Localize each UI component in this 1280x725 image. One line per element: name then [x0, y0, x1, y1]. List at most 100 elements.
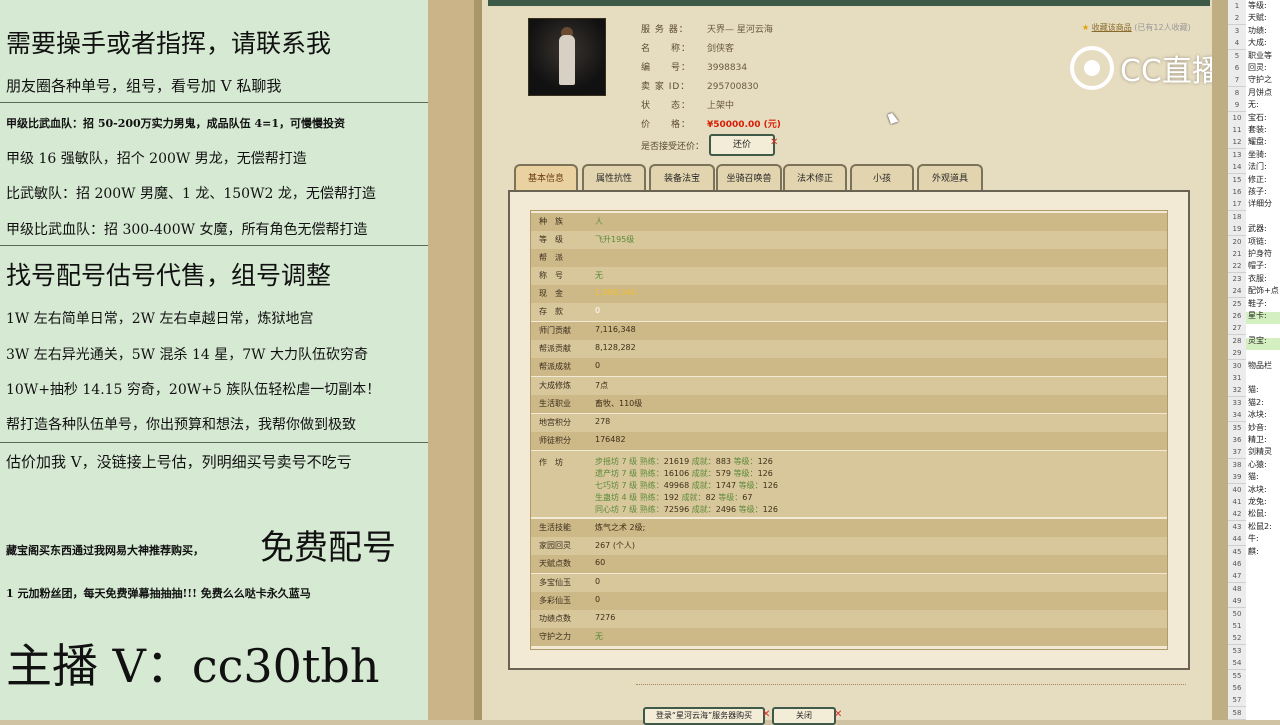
row-number: 34 [1228, 409, 1246, 423]
spreadsheet-cell[interactable]: 衣服: [1248, 273, 1267, 285]
spreadsheet-cell[interactable]: 心猿: [1248, 459, 1267, 471]
favorite-link[interactable]: ★ 收藏该商品 (已有12人收藏) [1082, 22, 1191, 33]
spreadsheet-cell[interactable]: 星卡: [1248, 310, 1267, 322]
cc-logo-icon [1070, 46, 1114, 90]
row-number: 40 [1228, 483, 1246, 497]
spreadsheet-cell[interactable]: 灵宝: [1248, 335, 1267, 347]
row-number: 32 [1228, 384, 1246, 398]
spreadsheet-cell[interactable]: 项链: [1248, 236, 1267, 248]
info-offer-label: 是否接受还价： [641, 142, 705, 152]
info-seller: 卖 家 ID： 295700830 [641, 82, 759, 92]
row-number: 36 [1228, 434, 1246, 447]
spreadsheet-cell[interactable]: 职业等 [1248, 50, 1272, 62]
promo-line-4: 甲级 16 强敏队，招个 200W 男龙，无偿帮打造 [6, 151, 307, 167]
row-number: 39 [1228, 471, 1246, 485]
spreadsheet-cell[interactable]: 鞋子: [1248, 298, 1267, 310]
spreadsheet-cell[interactable]: 大成: [1248, 37, 1267, 49]
tab-appearance[interactable]: 外观道具 [917, 164, 983, 190]
info-id: 编 号： 3998834 [641, 63, 748, 73]
row-number: 50 [1228, 607, 1246, 621]
row-number: 9 [1228, 99, 1246, 113]
table-row: 天赋点数 60 [531, 555, 1167, 573]
spreadsheet-cell[interactable]: 护身符 [1248, 248, 1272, 260]
spreadsheet-cell[interactable]: 耀盘: [1248, 136, 1267, 148]
spreadsheet-cell[interactable]: 月饼点 [1248, 87, 1272, 99]
spreadsheet-cell[interactable]: 剑精灵 [1248, 446, 1272, 458]
table-row: 现 金 1,988,344 [531, 285, 1167, 303]
row-number: 33 [1228, 396, 1246, 410]
spreadsheet-cell[interactable]: 精卫: [1248, 434, 1267, 446]
spreadsheet-cell[interactable]: 猫: [1248, 471, 1259, 483]
spreadsheet-cell[interactable]: 牛: [1248, 533, 1259, 545]
tab-mounts-pets[interactable]: 坐骑召唤兽 [716, 164, 782, 190]
row-number: 49 [1228, 595, 1246, 609]
table-row: 多宝仙玉 0 [531, 574, 1167, 592]
promo-line-11: 帮打造各种队伍单号，你出预算和想法，我帮你做到极致 [6, 417, 356, 433]
workshop-line: 同心坊 7 级 熟练：72596 成就：2496 等级：126 [595, 505, 778, 514]
row-number: 48 [1228, 582, 1246, 596]
spreadsheet-cell[interactable]: 猫2: [1248, 397, 1264, 409]
spreadsheet-cell[interactable]: 宝石: [1248, 112, 1267, 124]
spreadsheet-cell[interactable]: 功绩: [1248, 25, 1267, 37]
spreadsheet-cell[interactable]: 配饰+点 [1248, 285, 1279, 297]
close-button[interactable]: 关闭 [772, 707, 836, 725]
promo-overlay: 需要操手或者指挥，请联系我 朋友圈各种单号，组号，看号加 V 私聊我 甲级比武血… [0, 0, 428, 720]
spreadsheet-cell[interactable]: 等级: [1248, 0, 1267, 12]
workshop-line: 步摇坊 7 级 熟练：21619 成就：883 等级：126 [595, 457, 773, 466]
row-number: 55 [1228, 669, 1246, 683]
promo-line-5: 比武敏队：招 200W 男魔、1 龙、150W2 龙，无偿帮打造 [6, 186, 376, 202]
spreadsheet-cell[interactable]: 孩子: [1248, 186, 1267, 198]
promo-line-3: 甲级比武血队：招 50-200万实力男鬼，成品队伍 4=1，可慢慢投资 [6, 117, 346, 130]
spreadsheet-cell[interactable]: 修正: [1248, 174, 1267, 186]
spreadsheet-cell[interactable]: 守护之 [1248, 74, 1272, 86]
table-row: 帮 派 [531, 249, 1167, 267]
row-number: 11 [1228, 124, 1246, 137]
row-number: 18 [1228, 210, 1246, 224]
row-number: 53 [1228, 644, 1246, 658]
tab-spell-mods[interactable]: 法术修正 [783, 164, 847, 190]
spreadsheet-cell[interactable]: 回灵: [1248, 62, 1267, 74]
spreadsheet-cell[interactable]: 冰块: [1248, 409, 1267, 421]
spreadsheet-cell[interactable]: 松鼠2: [1248, 521, 1272, 533]
table-row: 地宫积分 278 [531, 414, 1167, 432]
spreadsheet-cell[interactable]: 坐骑: [1248, 149, 1267, 161]
table-row: 存 款0 [531, 303, 1167, 321]
row-number: 17 [1228, 198, 1246, 212]
promo-line-15: 主播 V：cc30tbh [6, 639, 380, 693]
spreadsheet-cell[interactable]: 松鼠: [1248, 508, 1267, 520]
table-row: 种 族人 [531, 213, 1167, 231]
spreadsheet-cell[interactable]: 冰块: [1248, 484, 1267, 496]
promo-line-13a: 藏宝阁买东西通过我网易大神推荐购买， [6, 544, 204, 557]
character-avatar [528, 18, 606, 96]
spreadsheet-cell[interactable]: 龙兔: [1248, 496, 1267, 508]
promo-line-6: 甲级比武血队：招 300-400W 女魔，所有角色无偿帮打造 [6, 222, 368, 238]
spreadsheet-cell[interactable]: 猫: [1248, 384, 1259, 396]
tab-equipment[interactable]: 装备法宝 [649, 164, 715, 190]
spreadsheet-cell[interactable]: 帽子: [1248, 260, 1267, 272]
row-number: 44 [1228, 533, 1246, 547]
table-row: 生活职业 畜牧、110级 [531, 395, 1167, 413]
spreadsheet-cell[interactable]: 妙音: [1248, 422, 1267, 434]
spreadsheet-cell[interactable]: 无: [1248, 99, 1259, 111]
close-icon: ✕ [834, 709, 843, 720]
tab-child[interactable]: 小孩 [850, 164, 914, 190]
tab-attributes[interactable]: 属性抗性 [582, 164, 646, 190]
row-number: 29 [1228, 347, 1246, 361]
spreadsheet-cell[interactable]: 法门: [1248, 161, 1267, 173]
close-icon: ✕ [762, 709, 771, 720]
spreadsheet-cell[interactable]: 详细分 [1248, 198, 1272, 210]
counter-offer-button[interactable]: 还价 [709, 134, 775, 156]
spreadsheet-cell[interactable]: 物品栏 [1248, 360, 1272, 372]
info-status: 状 态： 上架中 [641, 101, 735, 111]
spreadsheet-cell[interactable]: 麒: [1248, 546, 1259, 558]
spreadsheet-cell[interactable]: 武器: [1248, 223, 1267, 235]
close-icon: ✕ [770, 137, 779, 148]
login-to-buy-button[interactable]: 登录“星河云海”服务器购买 [643, 707, 765, 725]
spreadsheet-cell[interactable]: 套装: [1248, 124, 1267, 136]
spreadsheet-cell[interactable]: 天赋: [1248, 12, 1267, 24]
workshop-line: 生蛊坊 4 级 熟练：192 成就：82 等级：67 [595, 493, 753, 502]
workshop-line: 遗产坊 7 级 熟练：16106 成就：579 等级：126 [595, 469, 773, 478]
row-number: 35 [1228, 421, 1246, 435]
promo-divider [0, 245, 428, 246]
tab-basic-info[interactable]: 基本信息 [514, 164, 578, 190]
